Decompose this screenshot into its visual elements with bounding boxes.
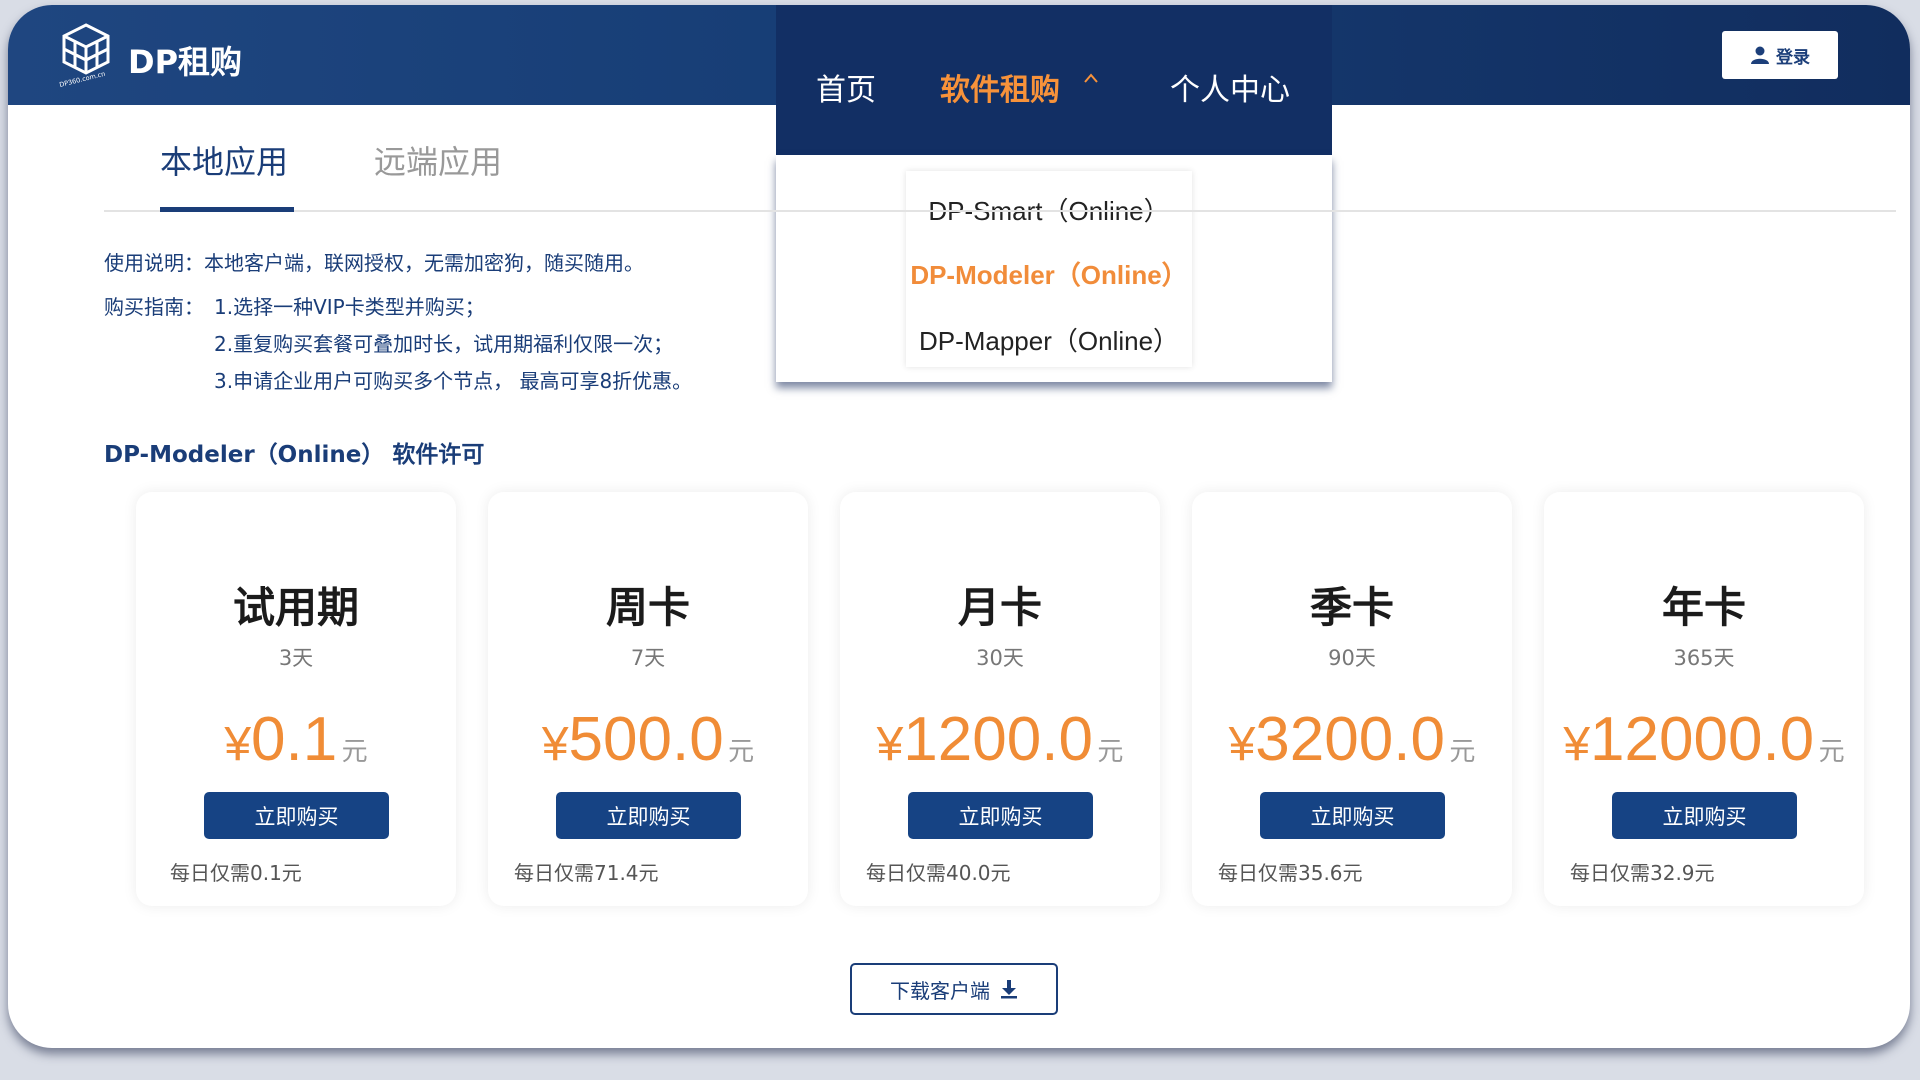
plan-price: ¥3200.0 元 <box>1192 704 1512 775</box>
nav-item-software-rental[interactable]: 软件租购 <box>940 65 1060 109</box>
buy-now-button[interactable]: 立即购买 <box>1612 792 1797 839</box>
price-unit: 元 <box>1818 737 1845 767</box>
daily-cost: 每日仅需40.0元 <box>866 861 1011 885</box>
buy-now-button[interactable]: 立即购买 <box>1260 792 1445 839</box>
currency-symbol: ¥ <box>1563 718 1591 771</box>
login-label: 登录 <box>1776 47 1810 68</box>
plan-price: ¥500.0 元 <box>488 704 808 775</box>
plan-card-week: 周卡 7天 ¥500.0 元 立即购买 每日仅需71.4元 <box>488 492 808 906</box>
guide-step-1: 1.选择一种VIP卡类型并购买； <box>214 295 485 319</box>
plan-name: 月卡 <box>957 583 1042 632</box>
price-amount: 1200.0 <box>903 705 1093 774</box>
price-amount: 500.0 <box>568 705 724 774</box>
guide-label: 购买指南： <box>104 295 204 319</box>
currency-symbol: ¥ <box>541 718 569 771</box>
daily-cost: 每日仅需0.1元 <box>170 861 302 885</box>
tab-remote-apps[interactable]: 远端应用 <box>374 137 502 183</box>
plan-price: ¥1200.0 元 <box>840 704 1160 775</box>
brand-name[interactable]: DP租购 <box>128 37 242 83</box>
plan-card-quarter: 季卡 90天 ¥3200.0 元 立即购买 每日仅需35.6元 <box>1192 492 1512 906</box>
price-unit: 元 <box>1097 737 1124 767</box>
guide-step-2: 2.重复购买套餐可叠加时长，试用期福利仅限一次； <box>214 332 674 356</box>
plan-duration: 365天 <box>1673 646 1735 670</box>
plan-price: ¥12000.0 元 <box>1544 704 1864 775</box>
plan-name: 周卡 <box>605 583 690 632</box>
price-unit: 元 <box>728 737 755 767</box>
plan-price: ¥0.1 元 <box>136 704 456 775</box>
download-icon <box>1001 980 1017 999</box>
daily-cost: 每日仅需71.4元 <box>514 861 659 885</box>
software-dropdown: DP-Smart（Online） DP-Modeler（Online） DP-M… <box>776 155 1332 382</box>
daily-cost: 每日仅需32.9元 <box>1570 861 1715 885</box>
price-unit: 元 <box>341 737 368 767</box>
plan-name: 季卡 <box>1309 583 1394 632</box>
user-icon <box>1751 46 1769 64</box>
dropdown-item-dp-modeler[interactable]: DP-Modeler（Online） <box>906 255 1192 292</box>
chevron-up-icon[interactable] <box>1082 71 1100 85</box>
usage-note: 使用说明：本地客户端，联网授权，无需加密狗，随买随用。 <box>104 251 644 275</box>
active-tab-indicator <box>160 207 294 212</box>
app-window: DP360.com.cn DP租购 登录 首页 软件租购 个人中心 DP-Sma… <box>8 5 1910 1048</box>
plan-name: 年卡 <box>1661 583 1746 632</box>
plan-duration: 90天 <box>1328 646 1376 670</box>
daily-cost: 每日仅需35.6元 <box>1218 861 1363 885</box>
plan-card-trial: 试用期 3天 ¥0.1 元 立即购买 每日仅需0.1元 <box>136 492 456 906</box>
guide-step-3: 3.申请企业用户可购买多个节点， 最高可享8折优惠。 <box>214 369 693 393</box>
download-client-button[interactable]: 下载客户端 <box>850 963 1058 1015</box>
currency-symbol: ¥ <box>224 718 252 771</box>
logo-icon[interactable]: DP360.com.cn <box>58 21 114 91</box>
tab-divider <box>104 210 1896 212</box>
price-amount: 3200.0 <box>1255 705 1445 774</box>
tab-local-apps[interactable]: 本地应用 <box>160 137 288 183</box>
buy-now-button[interactable]: 立即购买 <box>204 792 389 839</box>
plan-duration: 7天 <box>630 646 666 670</box>
price-amount: 12000.0 <box>1590 705 1815 774</box>
plan-card-year: 年卡 365天 ¥12000.0 元 立即购买 每日仅需32.9元 <box>1544 492 1864 906</box>
currency-symbol: ¥ <box>876 718 904 771</box>
plan-duration: 3天 <box>278 646 314 670</box>
section-title: DP-Modeler（Online） 软件许可 <box>104 442 485 468</box>
login-button[interactable]: 登录 <box>1722 31 1838 79</box>
download-label: 下载客户端 <box>890 978 990 1003</box>
nav-item-personal-center[interactable]: 个人中心 <box>1170 65 1290 109</box>
dropdown-item-dp-mapper[interactable]: DP-Mapper（Online） <box>906 321 1192 358</box>
dropdown-list: DP-Smart（Online） DP-Modeler（Online） DP-M… <box>906 171 1192 367</box>
buy-now-button[interactable]: 立即购买 <box>556 792 741 839</box>
price-amount: 0.1 <box>251 705 338 774</box>
nav-item-home[interactable]: 首页 <box>816 65 876 109</box>
plan-name: 试用期 <box>232 583 359 632</box>
plan-card-month: 月卡 30天 ¥1200.0 元 立即购买 每日仅需40.0元 <box>840 492 1160 906</box>
price-unit: 元 <box>1449 737 1476 767</box>
plan-duration: 30天 <box>976 646 1024 670</box>
buy-now-button[interactable]: 立即购买 <box>908 792 1093 839</box>
currency-symbol: ¥ <box>1228 718 1256 771</box>
